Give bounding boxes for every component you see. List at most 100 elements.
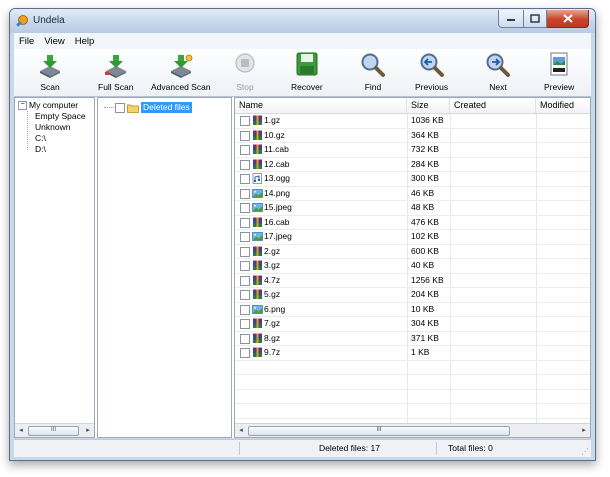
row-checkbox[interactable]: [240, 333, 250, 344]
row-checkbox[interactable]: [240, 275, 250, 286]
file-size: 48 KB: [411, 202, 435, 212]
deleted-files-checkbox[interactable]: [115, 102, 125, 113]
collapse-icon[interactable]: −: [18, 101, 27, 111]
archive-file-icon: [253, 260, 262, 270]
menu-help[interactable]: Help: [70, 36, 100, 47]
table-row[interactable]: 6.png 10 KB: [235, 303, 590, 317]
recover-label: Recover: [291, 82, 323, 92]
row-checkbox[interactable]: [240, 232, 250, 242]
row-checkbox[interactable]: [240, 188, 250, 199]
row-checkbox[interactable]: [240, 217, 250, 228]
row-checkbox[interactable]: [240, 319, 250, 329]
close-button[interactable]: [547, 10, 589, 28]
table-row[interactable]: 4.7z 1256 KB: [235, 274, 590, 288]
tree-node-drive-d[interactable]: D:\: [18, 144, 86, 155]
advanced-scan-button[interactable]: Advanced Scan: [151, 51, 211, 92]
file-list-scrollbar[interactable]: ◂ III ▸: [235, 423, 590, 437]
stop-button[interactable]: Stop: [231, 51, 259, 92]
archive-file-icon: [253, 347, 262, 357]
empty-row: [235, 390, 590, 404]
preview-button[interactable]: Preview: [544, 51, 574, 92]
row-checkbox[interactable]: [240, 203, 250, 213]
tree-node-label: My computer: [29, 100, 79, 110]
file-name: 8.gz: [264, 332, 281, 343]
scroll-left-arrow-icon[interactable]: ◂: [235, 424, 247, 437]
row-checkbox[interactable]: [240, 159, 250, 170]
stop-label: Stop: [236, 82, 254, 92]
file-name: 14.png: [264, 187, 290, 198]
scroll-thumb[interactable]: III: [28, 426, 79, 436]
minimize-icon: [507, 18, 515, 21]
table-row[interactable]: 15.jpeg 48 KB: [235, 201, 590, 216]
recover-icon: [296, 52, 318, 76]
row-checkbox[interactable]: [240, 261, 250, 271]
stop-icon: [235, 53, 255, 73]
drive-tree-scrollbar[interactable]: ◂ III ▸: [15, 423, 94, 437]
file-name: 13.ogg: [264, 173, 290, 183]
maximize-button[interactable]: [524, 10, 547, 28]
tree-node-my-computer[interactable]: − My computer: [18, 100, 86, 111]
file-name: 2.gz: [264, 245, 281, 256]
column-header-name[interactable]: Name: [235, 98, 407, 113]
row-checkbox[interactable]: [240, 290, 250, 300]
recover-button[interactable]: Recover: [291, 51, 323, 92]
table-row[interactable]: 16.cab 476 KB: [235, 216, 590, 230]
folder-tree-pane: Deleted files: [97, 97, 232, 438]
file-size: 204 KB: [411, 289, 439, 299]
scan-button[interactable]: Scan: [36, 51, 64, 92]
row-checkbox[interactable]: [240, 130, 250, 141]
row-checkbox[interactable]: [240, 116, 250, 126]
table-row[interactable]: 3.gz 40 KB: [235, 259, 590, 274]
minimize-button[interactable]: [498, 10, 524, 28]
resize-grip-icon[interactable]: ⋰: [581, 447, 589, 456]
table-row[interactable]: 8.gz 371 KB: [235, 332, 590, 346]
scroll-right-arrow-icon[interactable]: ▸: [82, 424, 94, 437]
empty-row: [235, 375, 590, 390]
table-row[interactable]: 10.gz 364 KB: [235, 129, 590, 143]
archive-file-icon: [253, 289, 262, 299]
menu-view[interactable]: View: [39, 36, 69, 47]
tree-node-label: Deleted files: [141, 102, 192, 113]
row-checkbox[interactable]: [240, 246, 250, 257]
column-header-created[interactable]: Created: [450, 98, 536, 113]
tree-node-drive-c[interactable]: C:\: [18, 133, 86, 144]
column-header-size[interactable]: Size: [407, 98, 450, 113]
table-row[interactable]: 7.gz 304 KB: [235, 317, 590, 332]
row-checkbox[interactable]: [240, 174, 250, 184]
toolbar: Scan Full Scan Advanced Scan Stop Recove…: [14, 49, 591, 97]
row-checkbox[interactable]: [240, 348, 250, 358]
menu-file[interactable]: File: [14, 36, 39, 47]
tree-node-deleted-files[interactable]: Deleted files: [104, 102, 192, 113]
file-size: 10 KB: [411, 303, 435, 314]
previous-button[interactable]: Previous: [415, 51, 448, 92]
table-row[interactable]: 2.gz 600 KB: [235, 245, 590, 259]
file-size: 732 KB: [411, 144, 439, 154]
archive-file-icon: [253, 275, 262, 285]
status-deleted-files: Deleted files: 17: [319, 443, 380, 453]
tree-node-empty-space[interactable]: Empty Space: [18, 111, 86, 122]
full-scan-button[interactable]: Full Scan: [98, 51, 133, 92]
archive-file-icon: [253, 144, 262, 154]
column-header-modified[interactable]: Modified: [536, 98, 590, 113]
tree-node-unknown[interactable]: Unknown: [18, 122, 86, 133]
table-row[interactable]: 12.cab 284 KB: [235, 158, 590, 172]
table-row[interactable]: 17.jpeg 102 KB: [235, 230, 590, 245]
table-row[interactable]: 9.7z 1 KB: [235, 346, 590, 361]
row-checkbox[interactable]: [240, 304, 250, 315]
title-bar[interactable]: Undela: [10, 9, 595, 33]
full-scan-label: Full Scan: [98, 82, 134, 92]
file-list: 1.gz 1036 KB 10.gz 364 KB 11.cab 732 KB 12.cab…: [235, 114, 590, 437]
scroll-right-arrow-icon[interactable]: ▸: [578, 424, 590, 437]
scroll-thumb[interactable]: III: [248, 426, 510, 436]
table-row[interactable]: 1.gz 1036 KB: [235, 114, 590, 129]
find-button[interactable]: Find: [359, 51, 387, 92]
scroll-left-arrow-icon[interactable]: ◂: [15, 424, 27, 437]
table-row[interactable]: 14.png 46 KB: [235, 187, 590, 201]
table-row[interactable]: 13.ogg 300 KB: [235, 172, 590, 187]
file-size: 371 KB: [411, 332, 439, 343]
table-row[interactable]: 11.cab 732 KB: [235, 143, 590, 158]
row-checkbox[interactable]: [240, 145, 250, 155]
table-row[interactable]: 5.gz 204 KB: [235, 288, 590, 303]
file-size: 476 KB: [411, 216, 439, 227]
next-button[interactable]: Next: [484, 51, 512, 92]
